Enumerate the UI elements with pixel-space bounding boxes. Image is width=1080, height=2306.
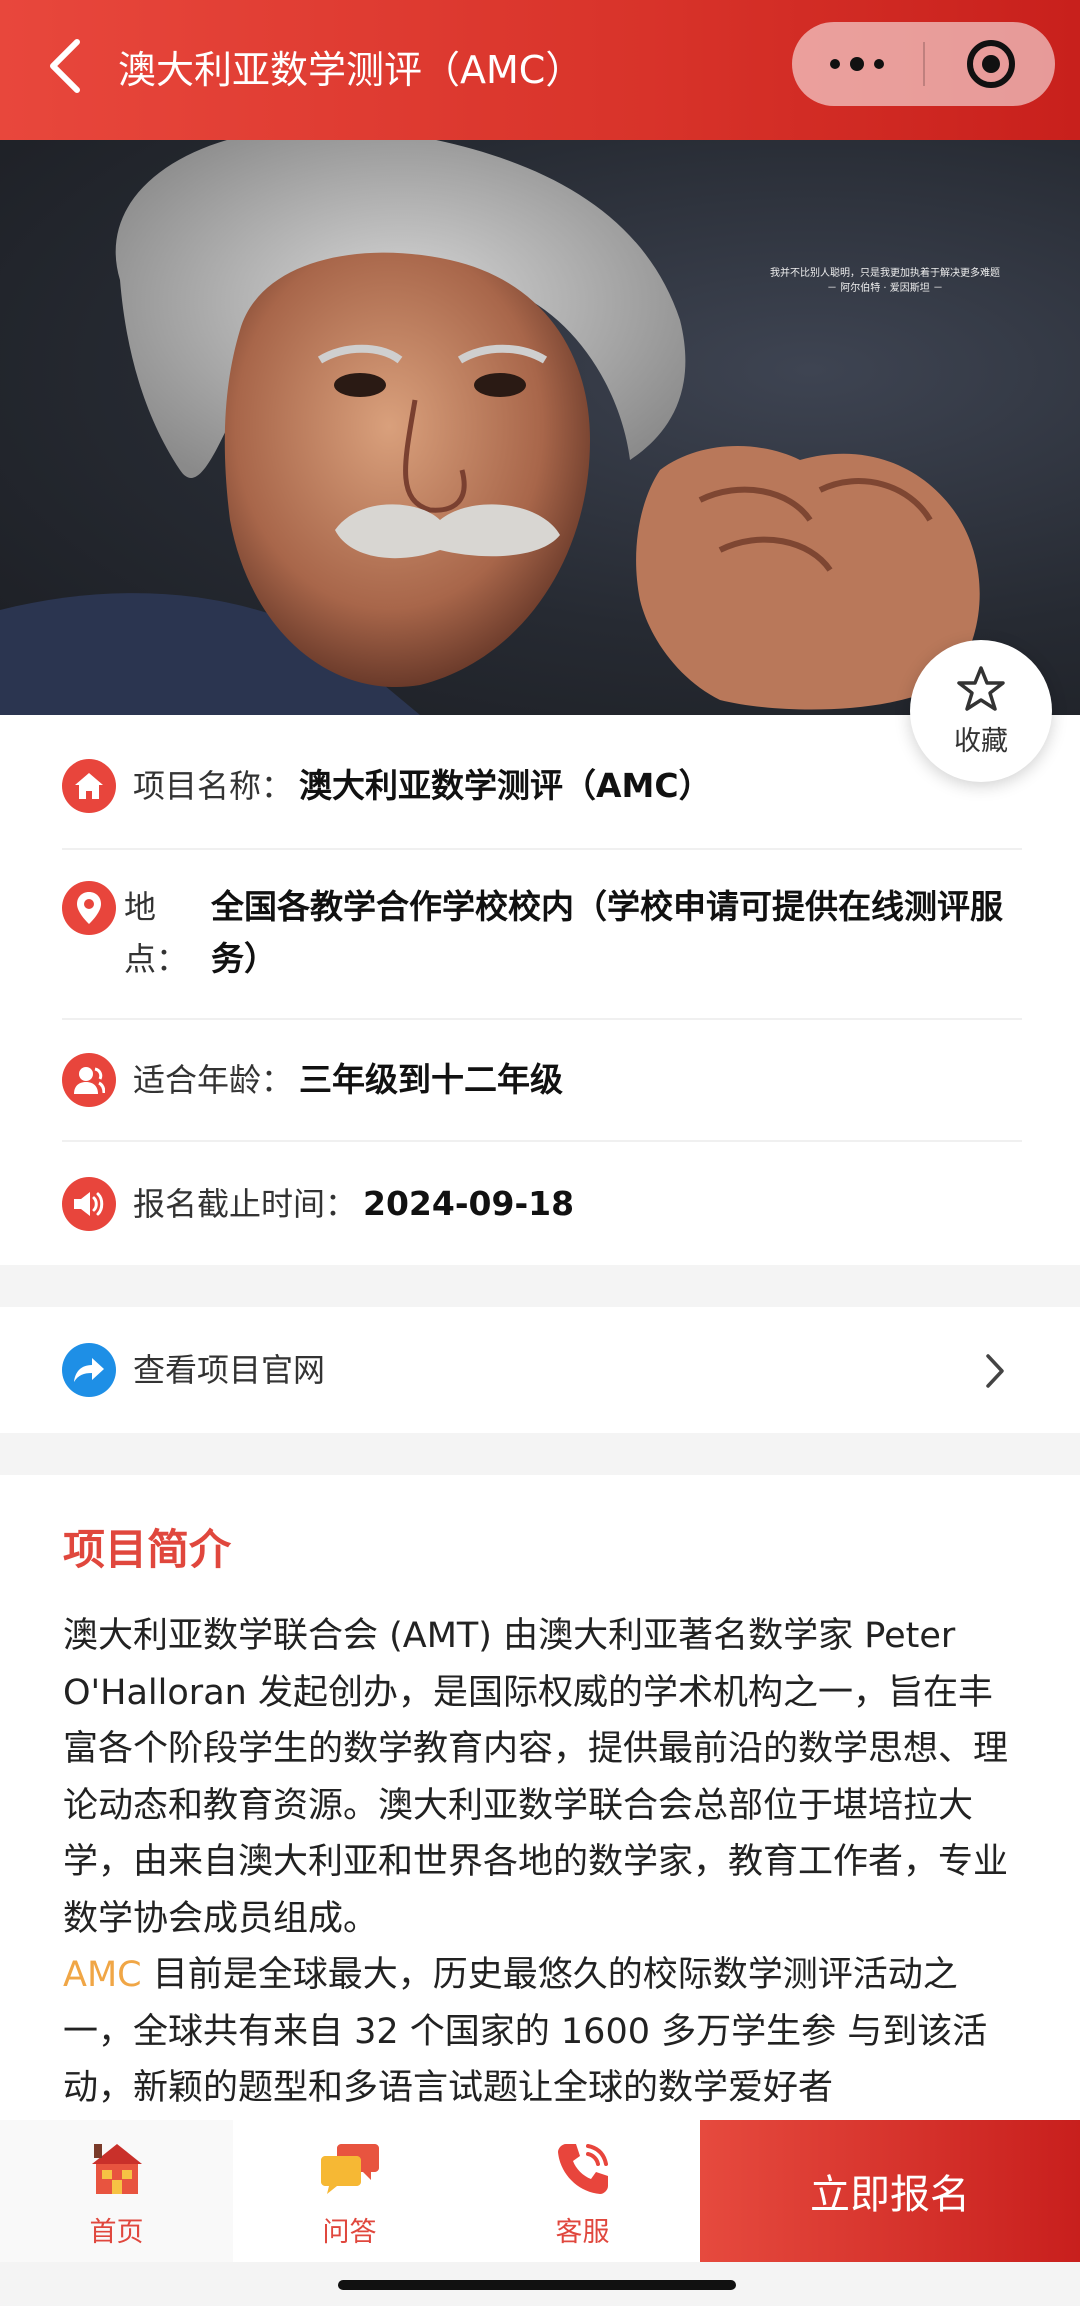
tab-home[interactable]: 首页 (0, 2120, 233, 2262)
bottom-action-bar: 首页 问答 客服 立即报名 (0, 2120, 1080, 2262)
project-info-card: 项目名称： 澳大利亚数学测评（AMC） 地 点： 全国各教学合作学校校内（学校申… (0, 715, 1080, 1265)
intro-paragraph-1: 澳大利亚数学联合会 (AMT) 由澳大利亚著名数学家 Peter O'Hallo… (63, 1616, 1009, 1939)
portrait-illustration (0, 140, 980, 715)
deadline-label: 报名截止时间： (133, 1185, 358, 1223)
amc-highlight: AMC (63, 1955, 142, 1995)
person-icon (62, 1053, 116, 1107)
more-dots-icon (830, 57, 884, 71)
project-name-value: 澳大利亚数学测评（AMC） (299, 766, 712, 805)
tab-qa-label: 问答 (322, 2217, 377, 2248)
home-indicator[interactable] (338, 2280, 736, 2290)
location-label-2: 点： (124, 940, 189, 978)
favorite-button[interactable]: 收藏 (910, 640, 1052, 782)
chat-bubbles-icon (321, 2144, 379, 2194)
share-arrow-icon (62, 1343, 116, 1397)
back-arrow-icon (50, 39, 80, 93)
hero-quote: 我并不比别人聪明，只是我更加执着于解决更多难题 － 阿尔伯特 · 爱因斯坦 － (760, 266, 1010, 296)
deadline-value: 2024-09-18 (363, 1184, 575, 1223)
back-button[interactable] (40, 36, 90, 96)
divider (62, 1018, 1022, 1020)
project-name-label: 项目名称： (133, 767, 294, 805)
intro-body: 澳大利亚数学联合会 (AMT) 由澳大利亚著名数学家 Peter O'Hallo… (63, 1608, 1018, 2117)
more-button[interactable] (792, 22, 922, 106)
age-label: 适合年龄： (133, 1061, 294, 1099)
divider (62, 1140, 1022, 1142)
location-pin-icon (62, 881, 116, 935)
page-title: 澳大利亚数学测评（AMC） (118, 48, 584, 92)
location-value: 全国各教学合作学校校内（学校申请可提供在线测评服务） (211, 887, 1003, 978)
official-website-label: 查看项目官网 (133, 1351, 326, 1389)
miniprogram-close-button[interactable] (926, 22, 1055, 106)
home-icon (62, 759, 116, 813)
chevron-right-icon (980, 1349, 1010, 1393)
hero-quote-line2: － 阿尔伯特 · 爱因斯坦 － (827, 283, 943, 294)
official-website-link[interactable]: 查看项目官网 (0, 1307, 1080, 1433)
intro-paragraph-2: AMC 目前是全球最大，历史最悠久的校际数学测评活动之一，全球共有来自 32 个… (63, 1947, 1018, 2117)
tab-home-label: 首页 (89, 2217, 144, 2248)
star-icon (957, 665, 1005, 711)
intro-title: 项目简介 (63, 1525, 232, 1574)
age-value: 三年级到十二年级 (299, 1060, 563, 1099)
speaker-icon (62, 1177, 116, 1231)
home-house-icon (92, 2144, 142, 2194)
divider (62, 848, 1022, 850)
tab-customer-service[interactable]: 客服 (466, 2120, 699, 2262)
tab-qa[interactable]: 问答 (233, 2120, 466, 2262)
intro-paragraph-2-text: 目前是全球最大，历史最悠久的校际数学测评活动之一，全球共有来自 32 个国家的 … (63, 1955, 988, 2108)
favorite-label: 收藏 (954, 725, 1008, 757)
miniprogram-close-icon (966, 40, 1015, 88)
hero-image: 我并不比别人聪明，只是我更加执着于解决更多难题 － 阿尔伯特 · 爱因斯坦 － (0, 140, 1080, 715)
hero-quote-line1: 我并不比别人聪明，只是我更加执着于解决更多难题 (770, 268, 1000, 279)
location-label-1: 地 (124, 888, 157, 926)
tab-customer-service-label: 客服 (555, 2217, 610, 2248)
signup-button[interactable]: 立即报名 (700, 2120, 1080, 2262)
miniprogram-capsule (792, 22, 1055, 106)
top-nav-bar: 澳大利亚数学测评（AMC） (0, 0, 1080, 140)
phone-icon (558, 2144, 608, 2194)
capsule-divider (923, 42, 925, 86)
